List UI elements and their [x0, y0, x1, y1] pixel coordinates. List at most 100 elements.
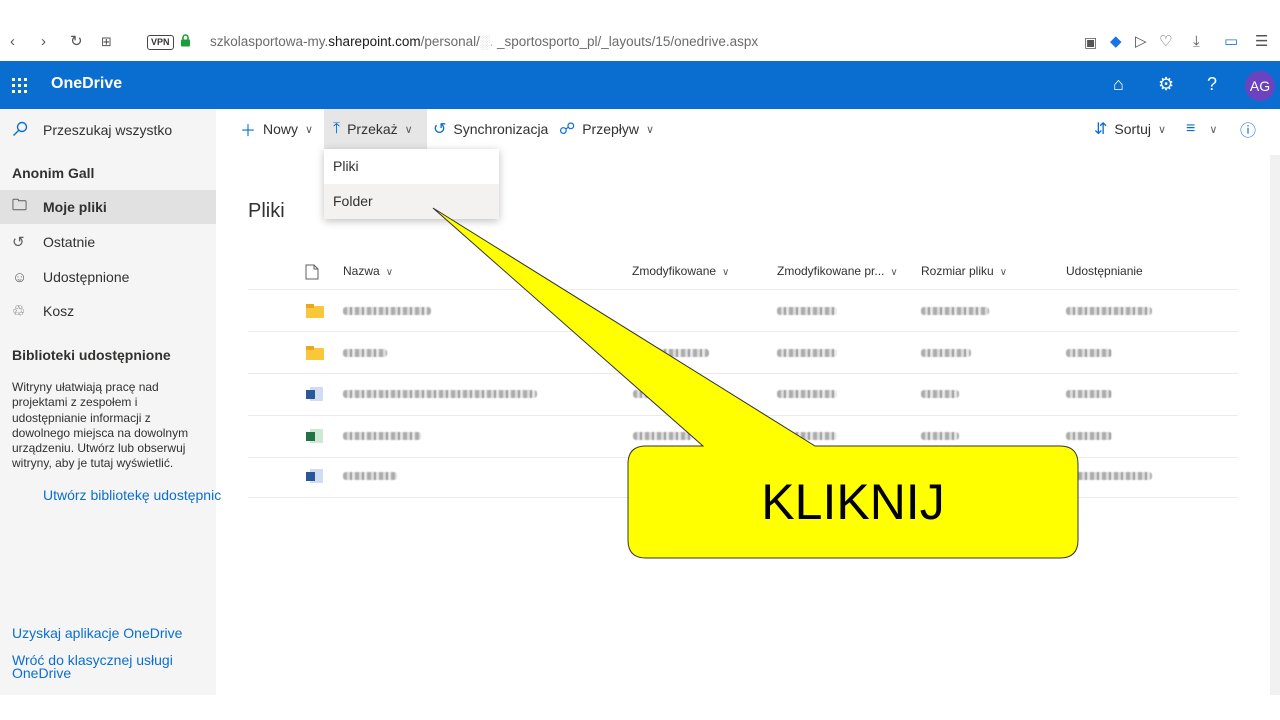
redacted-text [777, 390, 837, 398]
info-button[interactable]: ⓘ [1240, 109, 1263, 149]
redacted-text [777, 307, 837, 315]
search-box[interactable]: Przeszukaj wszystko [0, 109, 216, 149]
app-header: OneDrive ⌂ ⚙ ? AG [0, 61, 1280, 109]
sidebar-item-my-files[interactable]: 🗀 Moje pliki [0, 190, 216, 224]
sidebar-item-shared[interactable]: ☺ Udostępnione [0, 260, 216, 294]
table-row[interactable] [248, 332, 1238, 374]
user-name: Anonim Gall [12, 165, 95, 181]
callout-text: KLIKNIJ [761, 474, 945, 530]
upload-button[interactable]: ⤒ Przekaż ∨ [324, 109, 427, 149]
history-icon: ↺ [12, 234, 25, 251]
new-button[interactable]: ＋ Nowy ∨ [232, 109, 321, 149]
redacted-text [343, 349, 387, 357]
get-app-link[interactable]: Uzyskaj aplikacje OneDrive [12, 625, 182, 641]
chevron-down-icon: ∨ [646, 123, 655, 136]
redacted-text [343, 472, 397, 480]
download-icon[interactable]: ⤓ [1193, 33, 1200, 51]
sidebar-item-recycle-bin[interactable]: ♲ Kosz [0, 294, 216, 328]
scrollbar[interactable] [1270, 155, 1280, 695]
redacted-text [633, 432, 693, 440]
redacted-text [1066, 432, 1112, 440]
reload-icon[interactable]: ↻ [70, 33, 83, 51]
chevron-down-icon: ∨ [305, 123, 314, 136]
folder-icon [306, 304, 324, 318]
redacted-text [1066, 472, 1152, 480]
app-name[interactable]: OneDrive [51, 75, 122, 93]
trash-icon: ♲ [12, 303, 26, 320]
redacted-text [921, 307, 989, 315]
redacted-text [1066, 349, 1112, 357]
tabs-grid-icon[interactable]: ⊞ [101, 33, 112, 51]
upload-menu: Pliki Folder [324, 149, 499, 219]
libraries-description: Witryny ułatwiają pracę nad projektami z… [12, 380, 189, 471]
word-document-icon [306, 387, 323, 401]
view-options-button[interactable]: ≡ ∨ [1186, 109, 1217, 149]
redacted-text [1066, 390, 1112, 398]
redacted-text [343, 307, 431, 315]
gear-icon[interactable]: ⚙ [1158, 74, 1174, 95]
back-icon[interactable]: ‹ [10, 33, 15, 51]
column-header-modified-by[interactable]: Zmodyfikowane pr... ∨ [777, 264, 898, 278]
redacted-text [777, 432, 837, 440]
app-launcher-icon[interactable] [12, 78, 28, 94]
sync-button[interactable]: ↺ Synchronizacja [433, 109, 548, 149]
list-view-icon: ≡ [1186, 120, 1196, 137]
redacted-text [343, 390, 537, 398]
column-header-modified[interactable]: Zmodyfikowane ∨ [632, 264, 729, 278]
search-icon [13, 121, 28, 136]
info-icon: ⓘ [1240, 123, 1257, 140]
redacted-text [633, 349, 709, 357]
folder-icon: 🗀 [12, 196, 28, 214]
send-icon[interactable]: ▷ [1135, 33, 1147, 51]
column-header-file-size[interactable]: Rozmiar pliku ∨ [921, 264, 1007, 278]
create-library-link[interactable]: Utwórz bibliotekę udostępnic [43, 487, 221, 503]
lock-icon [181, 34, 190, 47]
column-header-name[interactable]: Nazwa ∨ [343, 264, 393, 278]
folder-icon [306, 346, 324, 360]
menu-icon[interactable]: ☰ [1255, 33, 1268, 51]
upload-folder-item[interactable]: Folder [324, 184, 499, 219]
chevron-down-icon: ∨ [1157, 123, 1167, 136]
sort-icon: ⇵ [1094, 121, 1108, 138]
redacted-text [921, 432, 959, 440]
table-row[interactable] [248, 290, 1238, 332]
camera-icon[interactable]: ▣ [1084, 33, 1097, 51]
redacted-text [777, 349, 837, 357]
redacted-text [633, 390, 693, 398]
sync-icon: ↺ [433, 121, 447, 138]
column-header-sharing[interactable]: Udostępnianie [1066, 264, 1143, 278]
bell-icon[interactable]: ⌂ [1113, 74, 1124, 95]
file-type-icon [305, 264, 319, 280]
redacted-text [921, 349, 971, 357]
search-input[interactable]: Przeszukaj wszystko [43, 122, 172, 138]
vpn-badge[interactable]: VPN [147, 35, 174, 50]
command-bar: Przeszukaj wszystko ＋ Nowy ∨ ⤒ Przekaż ∨… [0, 109, 1280, 149]
chevron-down-icon: ∨ [404, 123, 413, 136]
chevron-down-icon: ∨ [1209, 123, 1218, 136]
forward-icon[interactable]: › [41, 33, 46, 51]
sort-button[interactable]: ⇵ Sortuj ∨ [1094, 109, 1166, 149]
address-bar[interactable]: szkolasportowa-my.sharepoint.com/persona… [210, 34, 758, 49]
classic-onedrive-link[interactable]: Wróć do klasycznej usługi OneDrive [12, 653, 202, 680]
flow-button[interactable]: ☍ Przepływ ∨ [559, 109, 654, 149]
redacted-text [1066, 307, 1152, 315]
help-icon[interactable]: ? [1207, 74, 1217, 95]
browser-toolbar: ‹ › ↻ ⊞ VPN szkolasportowa-my.sharepoint… [0, 0, 1280, 61]
page-title: Pliki [248, 200, 285, 222]
flow-icon: ☍ [559, 121, 576, 138]
shield-icon[interactable]: ◆ [1110, 33, 1122, 51]
upload-files-item[interactable]: Pliki [324, 149, 499, 184]
heart-icon[interactable]: ♡ [1159, 33, 1172, 51]
battery-icon[interactable]: ▭ [1224, 33, 1238, 51]
redacted-text [343, 432, 421, 440]
redacted-text [921, 390, 959, 398]
sidebar: Anonim Gall 🗀 Moje pliki ↺ Ostatnie ☺ Ud… [0, 149, 221, 695]
libraries-heading: Biblioteki udostępnione [12, 347, 171, 363]
excel-document-icon [306, 429, 323, 443]
upload-icon: ⤒ [333, 120, 341, 137]
sidebar-item-recent[interactable]: ↺ Ostatnie [0, 225, 216, 259]
table-row[interactable] [248, 374, 1238, 416]
word-document-icon [306, 469, 323, 483]
plus-icon: ＋ [240, 123, 257, 140]
avatar[interactable]: AG [1245, 71, 1275, 101]
